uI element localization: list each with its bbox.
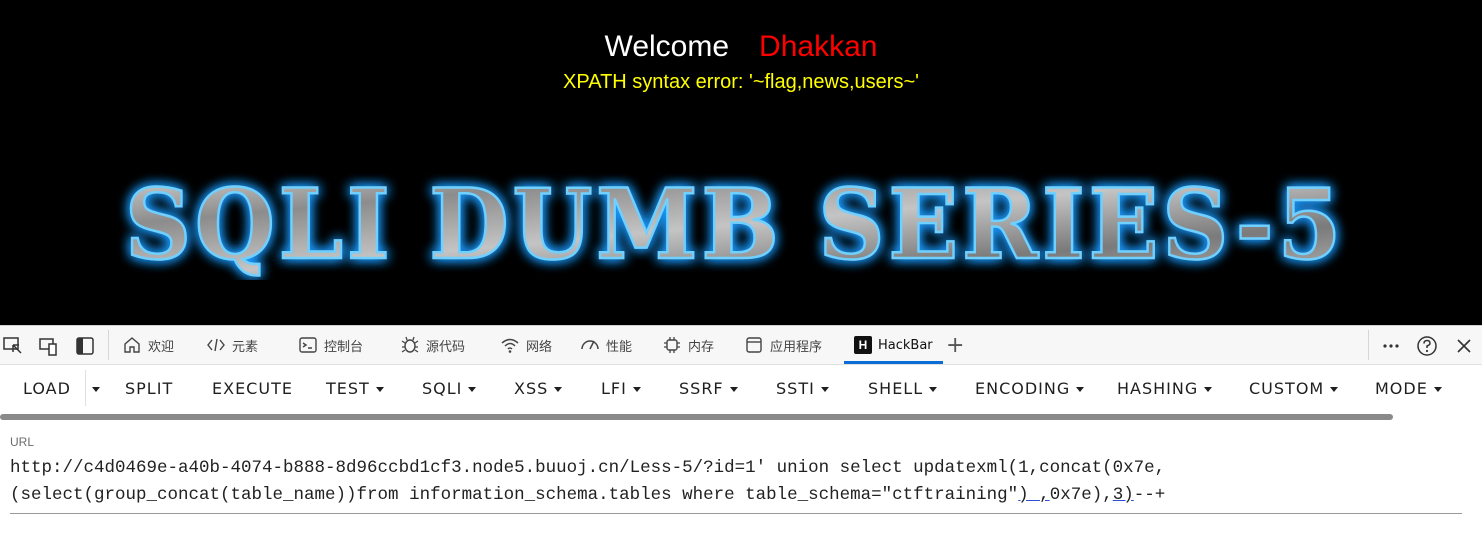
window-icon: [746, 337, 762, 353]
button-label: MODE: [1375, 378, 1428, 398]
url-field-label: URL: [10, 435, 35, 449]
chevron-down-icon: [820, 386, 829, 392]
devtools-tab-bar: 欢迎 元素 控制台 源代码 网络 性能 内存 应用程序 H HackBar +: [0, 325, 1482, 365]
hashing-menu-button[interactable]: HASHING: [1117, 365, 1213, 411]
chevron-down-icon: [1330, 386, 1339, 392]
chevron-down-icon: [729, 386, 738, 392]
rendered-page: Welcome Dhakkan XPATH syntax error: '~fla…: [0, 0, 1482, 325]
dock-icon[interactable]: [74, 335, 96, 357]
tab-label: 网络: [526, 339, 553, 355]
load-dropdown-button[interactable]: [92, 365, 100, 411]
button-label: CUSTOM: [1249, 378, 1325, 398]
tab-label: 内存: [688, 339, 715, 355]
toolbar-horizontal-scrollbar[interactable]: [0, 414, 1393, 420]
tab-network[interactable]: 网络: [500, 326, 552, 364]
url-text-segment: --+: [1133, 485, 1166, 505]
chevron-down-icon: [554, 386, 563, 392]
sqli-banner-image: SQLI DUMB SERIES-5: [124, 170, 1345, 280]
banner-text: SQLI DUMB SERIES-5: [125, 170, 1345, 280]
plus-icon: +: [946, 332, 965, 358]
chevron-down-icon: [632, 386, 641, 392]
hackbar-logo-icon: H: [854, 336, 872, 354]
chevron-down-icon: [92, 386, 100, 392]
tab-label: 元素: [232, 339, 259, 355]
button-label: SQLI: [422, 378, 463, 398]
url-text-segment: 0x7e),: [1049, 485, 1113, 505]
button-label: XSS: [514, 378, 549, 398]
ssrf-menu-button[interactable]: SSRF: [679, 365, 738, 411]
load-button[interactable]: LOAD: [23, 365, 71, 411]
home-icon: [124, 337, 140, 353]
inspect-icon[interactable]: [2, 335, 24, 357]
welcome-label: Welcome: [604, 30, 730, 63]
ssti-menu-button[interactable]: SSTI: [776, 365, 829, 411]
device-emulation-icon[interactable]: [37, 335, 59, 357]
button-label: EXECUTE: [212, 378, 293, 398]
tab-sources[interactable]: 源代码: [400, 326, 465, 364]
url-line-2: (select(group_concat(table_name))from in…: [10, 485, 1165, 505]
tab-performance[interactable]: 性能: [580, 326, 632, 364]
split-button[interactable]: SPLIT: [125, 365, 173, 411]
wifi-icon: [501, 338, 519, 353]
code-icon: [207, 338, 225, 352]
url-line-1: http://c4d0469e-a40b-4074-b888-8d96ccbd1…: [10, 458, 1166, 478]
shell-menu-button[interactable]: SHELL: [868, 365, 938, 411]
welcome-line: Welcome Dhakkan: [0, 30, 1482, 64]
button-label: SHELL: [868, 378, 924, 398]
tab-memory[interactable]: 内存: [662, 326, 714, 364]
gauge-icon: [581, 340, 599, 350]
tab-label: 控制台: [324, 339, 364, 355]
chevron-down-icon: [468, 386, 477, 392]
tab-label: 应用程序: [770, 339, 823, 355]
chevron-down-icon: [1433, 386, 1442, 392]
url-text-segment: (select(group_concat(table_name))from in…: [10, 485, 1019, 505]
tab-console[interactable]: 控制台: [298, 326, 363, 364]
button-label: ENCODING: [975, 378, 1071, 398]
toolbar-divider: [1368, 330, 1369, 360]
button-label: LOAD: [23, 378, 71, 398]
execute-button[interactable]: EXECUTE: [212, 365, 293, 411]
tab-label: HackBar: [878, 337, 933, 353]
button-label: SSTI: [776, 378, 815, 398]
chevron-down-icon: [929, 386, 938, 392]
tab-welcome[interactable]: 欢迎: [122, 326, 174, 364]
xpath-error-message: XPATH syntax error: '~flag,news,users~': [563, 71, 919, 93]
tab-label: 性能: [606, 339, 633, 355]
chevron-down-icon: [1076, 386, 1085, 392]
button-label: TEST: [326, 378, 370, 398]
url-input[interactable]: http://c4d0469e-a40b-4074-b888-8d96ccbd1…: [10, 455, 1462, 514]
tab-label: 源代码: [426, 339, 466, 355]
user-name: Dhakkan: [759, 30, 878, 63]
button-label: LFI: [601, 378, 627, 398]
custom-menu-button[interactable]: CUSTOM: [1249, 365, 1339, 411]
tab-label: 欢迎: [148, 339, 175, 355]
tab-application[interactable]: 应用程序: [744, 326, 822, 364]
help-icon[interactable]: [1416, 335, 1438, 357]
close-icon[interactable]: [1453, 335, 1475, 357]
url-text-segment: 3): [1112, 485, 1134, 505]
more-icon[interactable]: [1380, 335, 1402, 357]
button-label: HASHING: [1117, 378, 1199, 398]
url-text-segment: ) ,: [1018, 485, 1050, 505]
tab-elements[interactable]: 元素: [206, 326, 258, 364]
toolbar-divider: [108, 330, 109, 360]
sqli-menu-button[interactable]: SQLI: [422, 365, 477, 411]
xss-menu-button[interactable]: XSS: [514, 365, 563, 411]
bug-icon: [401, 336, 419, 353]
button-label: SSRF: [679, 378, 724, 398]
button-label: SPLIT: [125, 378, 174, 398]
tab-hackbar[interactable]: H HackBar: [844, 326, 943, 364]
console-icon: [299, 337, 317, 353]
chevron-down-icon: [1204, 386, 1213, 392]
add-tab-button[interactable]: +: [946, 326, 964, 364]
test-menu-button[interactable]: TEST: [326, 365, 384, 411]
encoding-menu-button[interactable]: ENCODING: [975, 365, 1085, 411]
mode-menu-button[interactable]: MODE: [1375, 365, 1442, 411]
hackbar-toolbar: LOAD SPLIT EXECUTE TEST SQLI XSS LFI SSR…: [0, 365, 1482, 413]
load-split-divider: [85, 370, 86, 406]
chip-icon: [664, 337, 680, 353]
lfi-menu-button[interactable]: LFI: [601, 365, 641, 411]
chevron-down-icon: [375, 386, 384, 392]
